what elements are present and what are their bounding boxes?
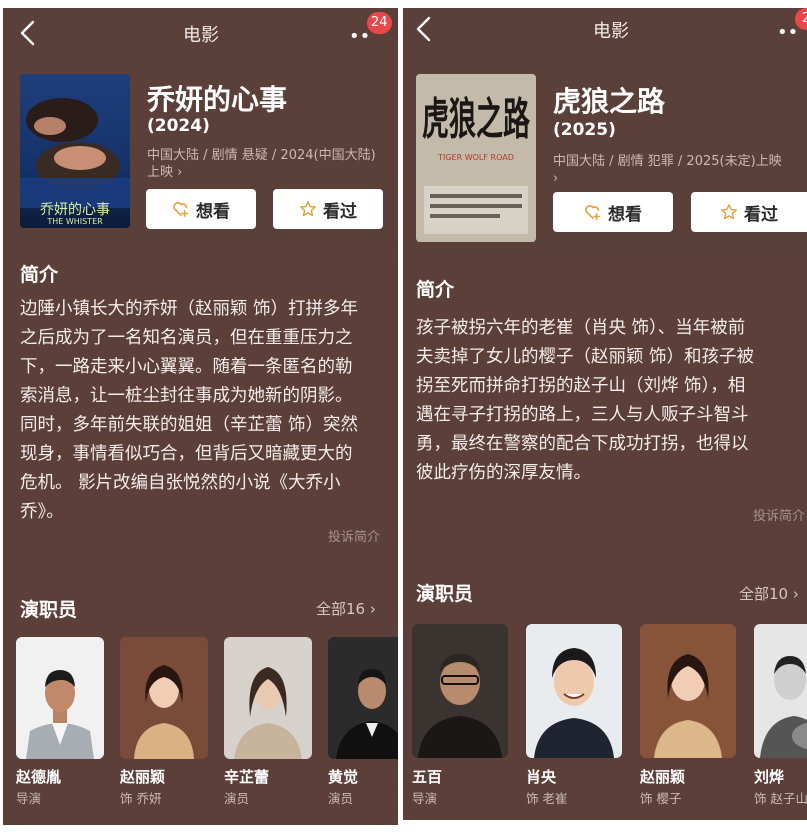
synopsis-line: 边陲小镇长大的乔妍（赵丽颖 饰）打拼多年 <box>20 299 359 319</box>
cast-photo <box>224 637 312 759</box>
star-icon <box>300 201 316 217</box>
heart-plus-icon <box>173 202 189 218</box>
movie-poster[interactable]: 乔妍的心事 THE WHISTER <box>20 74 130 228</box>
chevron-left-icon <box>20 20 35 46</box>
movie-meta[interactable]: 中国大陆 / 剧情 犯罪 / 2025(未定)上映 › <box>553 153 807 187</box>
cast-card-actor[interactable]: 辛芷蕾 演员 <box>224 637 312 813</box>
synopsis-line: 遇在寻子打拐的路上，三人与人贩子斗智斗 <box>416 405 749 425</box>
poster-title-text: 乔妍的心事 <box>40 202 110 218</box>
want-to-watch-label: 想看 <box>196 201 230 222</box>
cast-photo <box>328 637 398 759</box>
cast-photo <box>640 624 736 758</box>
watched-button[interactable]: 看过 <box>273 189 383 229</box>
cast-role: 导演 <box>412 791 438 806</box>
notification-badge: 24 <box>367 12 392 34</box>
movie-meta[interactable]: 中国大陆 / 剧情 悬疑 / 2024(中国大陆) 上映 › <box>147 147 387 181</box>
chevron-left-icon <box>416 16 431 42</box>
synopsis-line: 孩子被拐六年的老崔（肖央 饰）、当年被前 <box>416 318 746 338</box>
report-synopsis-link[interactable]: 投诉简介 <box>753 505 805 524</box>
poster-title-text: 虎狼之路 <box>422 94 531 145</box>
cast-heading: 演职员 <box>416 583 474 605</box>
cast-name: 赵德胤 <box>16 768 62 786</box>
synopsis-line: 之后成为了一名知名演员，但在重重压力之 <box>20 328 353 348</box>
watched-button[interactable]: 看过 <box>691 192 807 232</box>
cast-all-link[interactable]: 全部10 › <box>739 583 799 604</box>
cast-role: 饰 老崔 <box>526 791 568 806</box>
cast-role: 饰 乔妍 <box>120 791 162 806</box>
synopsis-line: 危机。 影片改编自张悦然的小说《大乔小 <box>20 473 341 493</box>
movie-title: 乔妍的心事 <box>147 83 288 116</box>
cast-photo <box>120 637 208 759</box>
cast-name: 刘烨 <box>754 768 785 786</box>
movie-meta-line1: 中国大陆 / 剧情 犯罪 / 2025(未定)上映 <box>553 154 782 169</box>
synopsis-line: 索消息，让一桩尘封往事成为她新的阴影。 <box>20 386 353 406</box>
nav-title: 电影 <box>593 21 629 42</box>
synopsis-text: 孩子被拐六年的老崔（肖央 饰）、当年被前 夫卖掉了女儿的樱子（赵丽颖 饰）和孩子… <box>416 314 807 488</box>
heart-plus-icon <box>585 205 601 221</box>
cast-name: 赵丽颖 <box>120 768 166 786</box>
synopsis-line: 同时，多年前失联的姐姐（辛芷蕾 饰）突然 <box>20 415 359 435</box>
cast-card-actor[interactable]: 赵丽颖 饰 樱子 <box>640 624 736 814</box>
movie-year: (2025) <box>553 120 616 140</box>
poster-subtitle-text: TIGER WOLF ROAD <box>437 153 514 162</box>
cast-name: 黄觉 <box>328 768 359 786</box>
cast-role: 饰 赵子山 <box>754 791 807 806</box>
cast-card-actor[interactable]: 赵丽颖 饰 乔妍 <box>120 637 208 813</box>
star-icon <box>721 204 737 220</box>
nav-title: 电影 <box>183 25 219 46</box>
synopsis-line: 拐至死而拼命打拐的赵子山（刘烨 饰），相 <box>416 376 746 396</box>
cast-card-actor[interactable]: 肖央 饰 老崔 <box>526 624 622 814</box>
cast-photo <box>412 624 508 758</box>
synopsis-line: 彼此疗伤的深厚友情。 <box>416 463 591 483</box>
cast-role: 演员 <box>224 791 250 806</box>
back-button[interactable] <box>411 14 437 44</box>
cast-card-director[interactable]: 五百 导演 <box>412 624 508 814</box>
want-to-watch-label: 想看 <box>608 204 642 225</box>
movie-screen-left: 电影 •• 24 乔妍的心事 THE WHISTER 乔妍的心事 (2024) <box>3 8 398 825</box>
more-dots-icon: •• <box>349 26 371 47</box>
watched-label: 看过 <box>323 201 357 222</box>
cast-role: 饰 樱子 <box>640 791 682 806</box>
more-dots-icon: •• <box>777 22 799 43</box>
synopsis-line: 乔》。 <box>20 502 64 522</box>
movie-title: 虎狼之路 <box>553 85 666 118</box>
report-synopsis-link[interactable]: 投诉简介 <box>328 526 380 545</box>
movie-meta-line2: › <box>553 171 559 186</box>
cast-role: 演员 <box>328 791 354 806</box>
watched-label: 看过 <box>744 204 778 225</box>
want-to-watch-button[interactable]: 想看 <box>146 189 256 229</box>
cast-name: 赵丽颖 <box>640 768 686 786</box>
more-button[interactable]: •• 24 <box>349 12 392 47</box>
movie-screen-right: 电影 •• 2 虎狼之路 TIGER WOLF ROAD 虎狼之路 (2025)… <box>403 8 807 820</box>
synopsis-heading: 简介 <box>416 279 455 301</box>
more-button[interactable]: •• 2 <box>777 8 807 43</box>
cast-photo <box>526 624 622 758</box>
synopsis-text: 边陲小镇长大的乔妍（赵丽颖 饰）打拼多年 之后成为了一名知名演员，但在重重压力之… <box>20 295 390 527</box>
synopsis-line: 现身，事情看似巧合，但背后又暗藏更大的 <box>20 444 353 464</box>
synopsis-line: 勇，最终在警察的配合下成功打拐，也得以 <box>416 434 749 454</box>
movie-poster[interactable]: 虎狼之路 TIGER WOLF ROAD <box>416 74 536 242</box>
cast-card-actor[interactable]: 刘烨 饰 赵子山 <box>754 624 807 814</box>
cast-card-director[interactable]: 赵德胤 导演 <box>16 637 104 813</box>
cast-all-link[interactable]: 全部16 › <box>316 598 376 619</box>
cast-role: 导演 <box>16 791 42 806</box>
cast-card-actor[interactable]: 黄觉 演员 <box>328 637 398 813</box>
back-button[interactable] <box>15 18 41 48</box>
synopsis-line: 夫卖掉了女儿的樱子（赵丽颖 饰）和孩子被 <box>416 347 755 367</box>
movie-meta-line1: 中国大陆 / 剧情 悬疑 / 2024(中国大陆) <box>147 148 376 163</box>
cast-name: 肖央 <box>526 768 557 786</box>
want-to-watch-button[interactable]: 想看 <box>553 192 673 232</box>
cast-photo <box>754 624 807 758</box>
poster-subtitle-text: THE WHISTER <box>46 217 103 226</box>
movie-meta-line2: 上映 › <box>147 165 183 180</box>
synopsis-heading: 简介 <box>20 264 59 286</box>
cast-name: 辛芷蕾 <box>224 768 270 786</box>
movie-year: (2024) <box>147 116 210 136</box>
cast-heading: 演职员 <box>20 599 78 621</box>
cast-photo <box>16 637 104 759</box>
synopsis-line: 下，一路走来小心翼翼。随着一条匿名的勒 <box>20 357 353 377</box>
cast-name: 五百 <box>412 768 443 786</box>
